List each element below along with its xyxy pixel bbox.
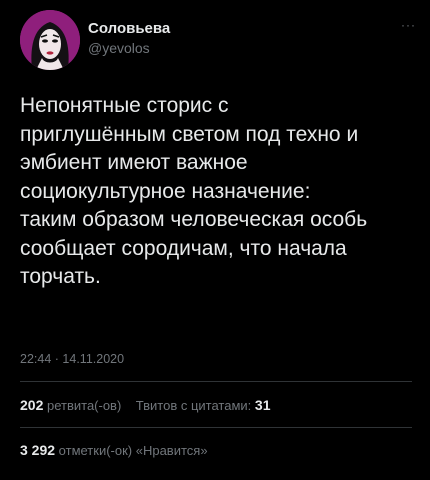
tweet-text: Непонятные сторис с приглушённым светом … [20,92,415,292]
tweet-text-line: сообщает сородичам, что начала [20,236,347,260]
divider [20,381,412,382]
tweet-text-line: Непонятные сторис с [20,94,229,117]
quotes-stat[interactable]: Твитов с цитатами: 31 [135,397,271,413]
retweets-stat[interactable]: 202 ретвита(-ов) [20,397,125,413]
tweet-text-line: эмбиент имеют важное [20,151,248,174]
quotes-label: Твитов с цитатами: [135,398,252,413]
avatar-illustration [20,10,80,70]
quotes-count: 31 [254,397,271,413]
likes-label: отметки(-ок) «Нравится» [58,443,208,458]
retweets-label: ретвита(-ов) [46,398,122,413]
profile-avatar[interactable] [20,10,80,70]
likes-stat[interactable]: 3 292 отметки(-ок) «Нравится» [20,442,208,458]
timestamp-separator: · [54,352,59,366]
divider [20,427,412,428]
tweet-card: Соловьева @yevolos ··· Непонятные сторис… [0,0,430,480]
tweet-text-line: приглушённым светом под техно и [20,122,359,146]
tweet-text-line: таким образом человеческая особь [20,208,368,231]
tweet-text-line: социокультурное назначение: [20,179,311,203]
ellipsis-icon[interactable]: ··· [401,18,416,32]
tweet-date: 14.11.2020 [62,352,125,366]
tweet-time: 22:44 [20,352,52,366]
likes-row: 3 292 отметки(-ок) «Нравится» [20,442,208,458]
engagement-row: 202 ретвита(-ов) Твитов с цитатами: 31 [20,397,270,413]
retweets-count: 202 [20,397,44,413]
tweet-text-line: торчать. [20,265,101,288]
author-handle[interactable]: @yevolos [88,40,150,56]
author-name[interactable]: Соловьева [88,20,170,37]
tweet-timestamp[interactable]: 22:44 · 14.11.2020 [20,352,124,366]
likes-count: 3 292 [20,442,56,458]
